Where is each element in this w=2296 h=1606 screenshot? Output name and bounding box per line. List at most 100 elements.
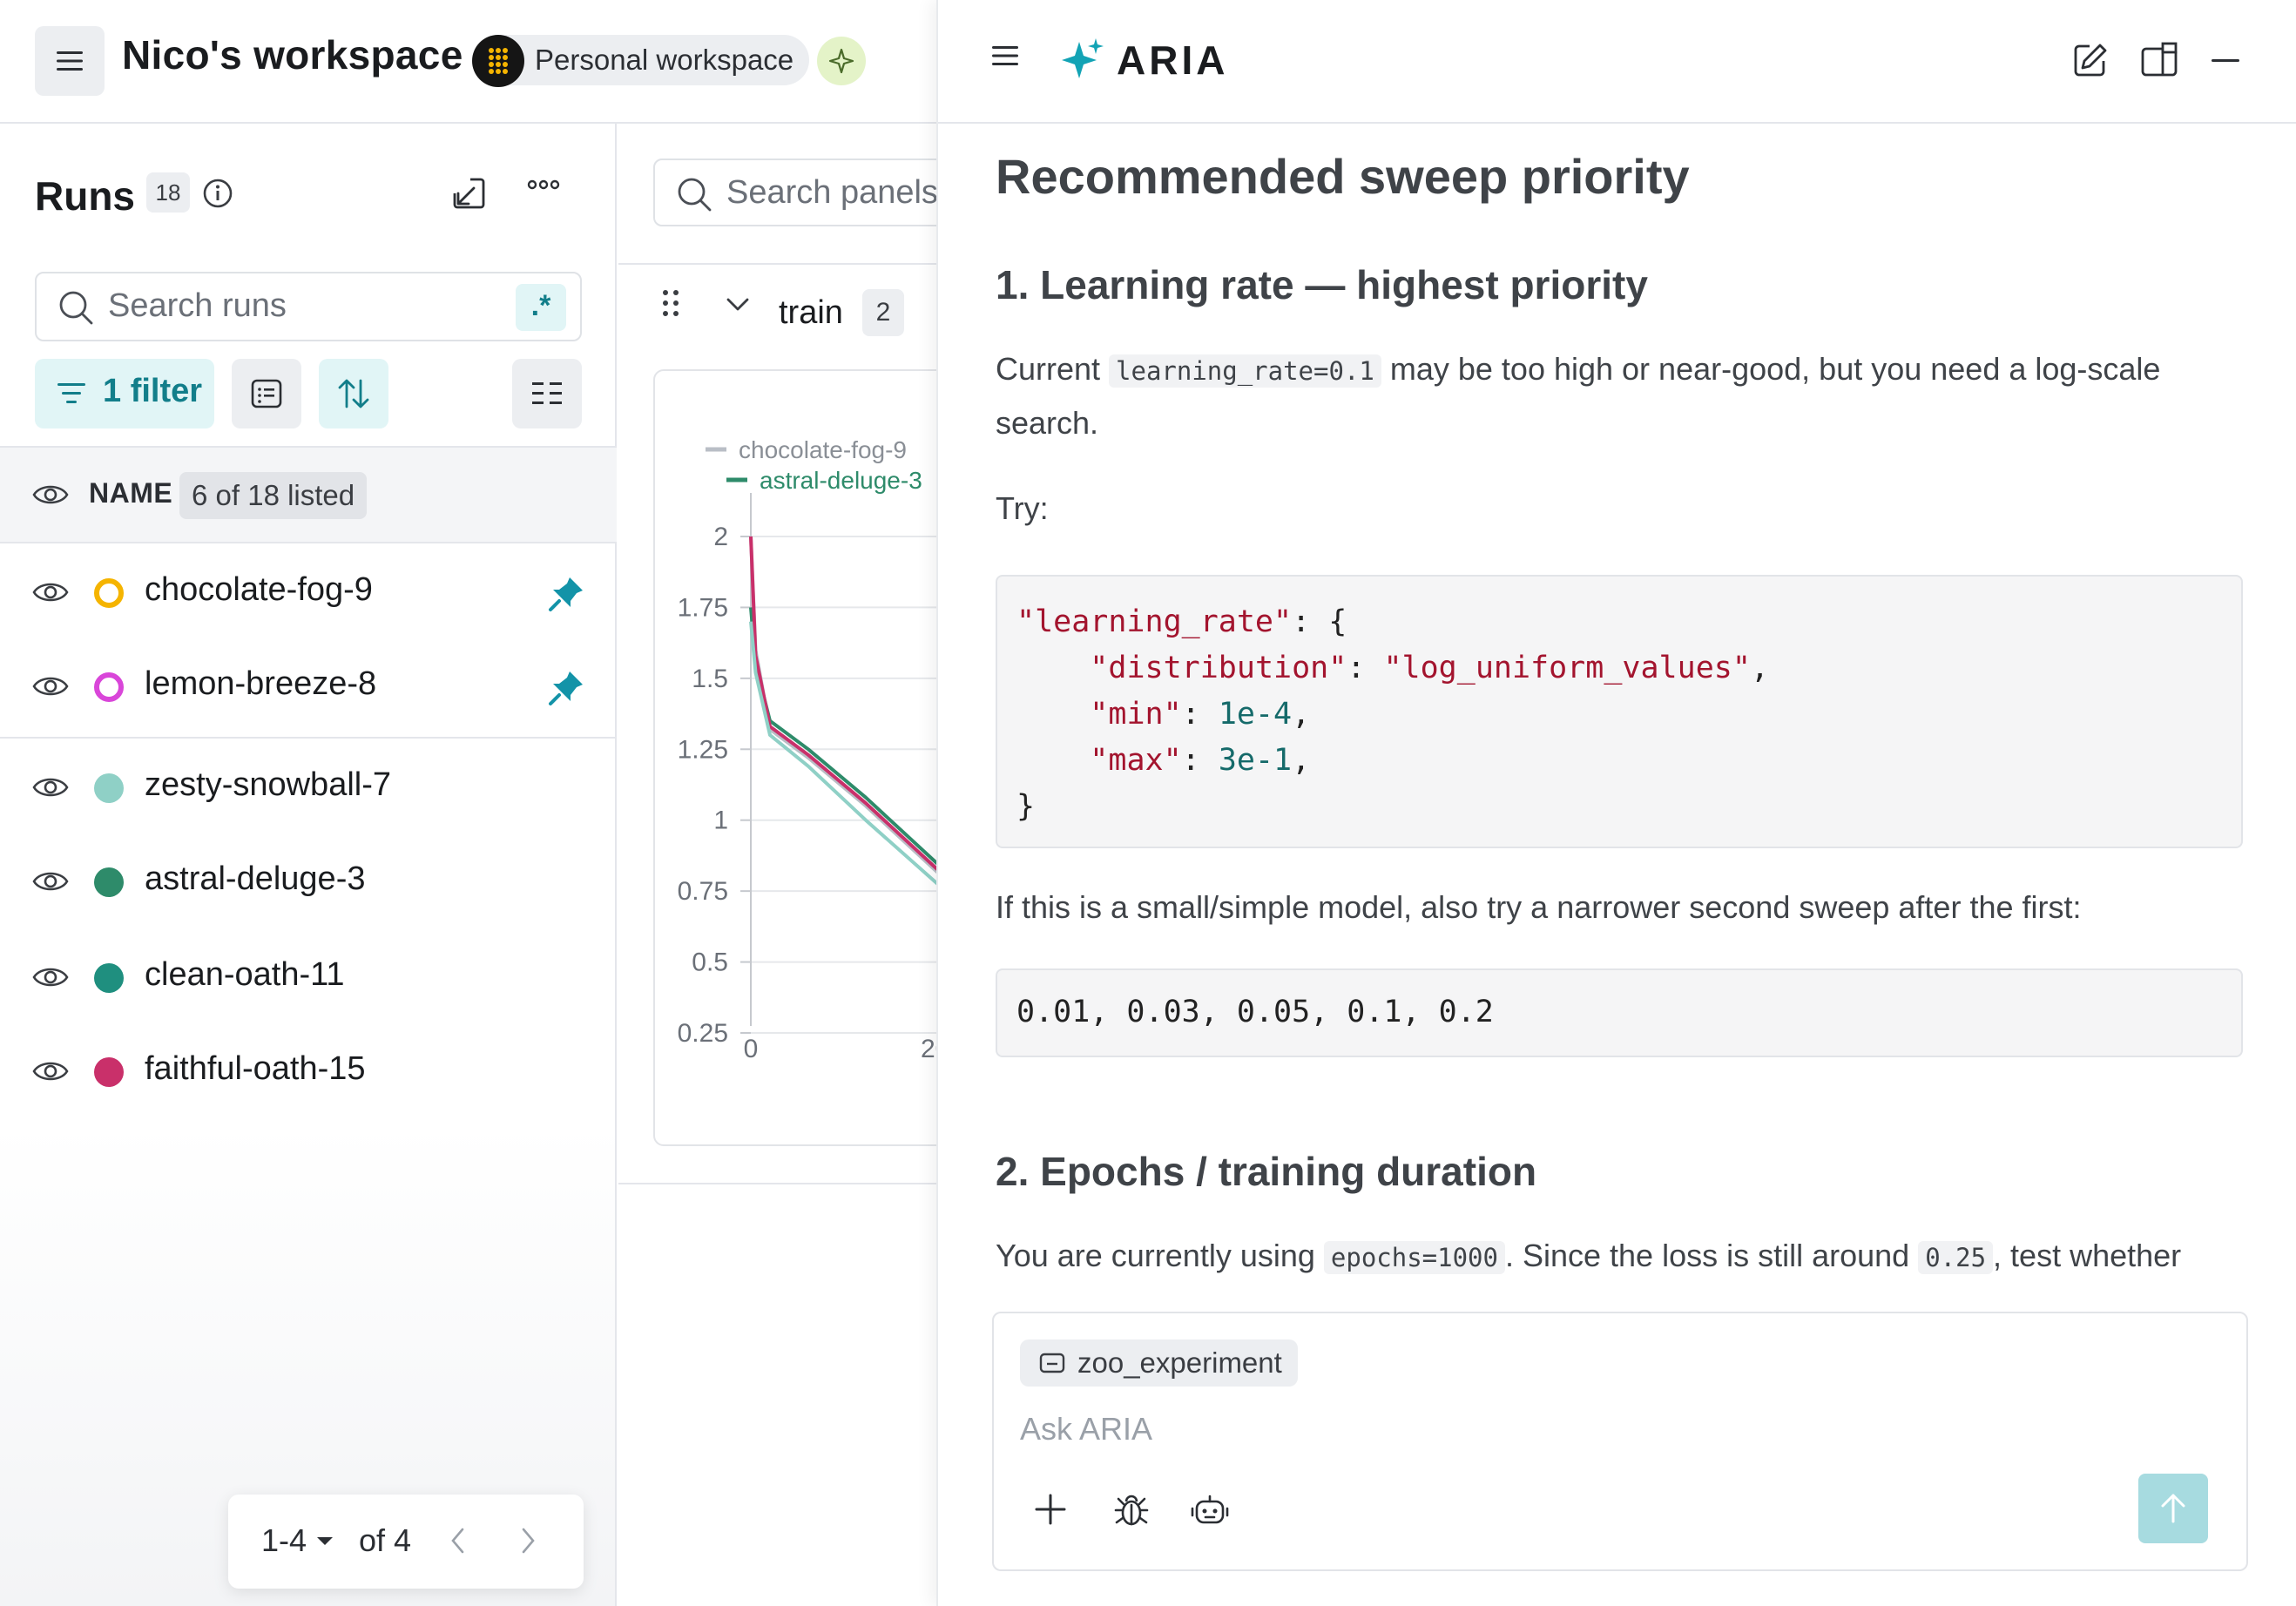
app-root: Nico's workspace Personal workspace Runs… xyxy=(0,0,2296,1606)
dock-panel-icon[interactable] xyxy=(2140,42,2178,78)
run-color-dot[interactable] xyxy=(94,578,124,608)
ask-input[interactable]: Ask ARIA xyxy=(1020,1411,1152,1447)
run-name[interactable]: clean-oath-11 xyxy=(145,956,345,994)
group-button[interactable] xyxy=(232,359,301,428)
search-panels-input[interactable]: Search panels xyxy=(653,159,936,226)
pin-icon[interactable] xyxy=(547,669,585,707)
minimize-icon[interactable] xyxy=(2210,42,2241,77)
aria-panel: ARIA Recommended sweep priority 1. Learn… xyxy=(936,0,2296,1606)
collapse-panel-icon[interactable] xyxy=(449,174,488,213)
plus-icon[interactable] xyxy=(1034,1493,1067,1526)
next-page-icon[interactable] xyxy=(519,1526,537,1555)
p1-text-a: Current xyxy=(996,351,1110,387)
send-button[interactable] xyxy=(2138,1474,2208,1543)
eye-icon[interactable] xyxy=(31,1057,70,1085)
eye-icon[interactable] xyxy=(31,867,70,895)
y-tick-label: 1.25 xyxy=(678,735,728,764)
code-block-values[interactable]: 0.01, 0.03, 0.05, 0.1, 0.2 xyxy=(996,968,2243,1057)
legend-label: chocolate-fog-9 xyxy=(739,436,907,463)
runs-panel: Runs 18 Search runs .* 1 filter NAME 6 o… xyxy=(0,124,617,1606)
workspace-menu-button[interactable] xyxy=(35,26,105,96)
sort-icon xyxy=(338,379,369,408)
prev-page-icon[interactable] xyxy=(449,1526,467,1555)
workspace-topbar: Nico's workspace Personal workspace xyxy=(0,0,936,124)
code-block-learning-rate[interactable]: "learning_rate": { "distribution": "log_… xyxy=(996,575,2243,848)
code-values: 0.01, 0.03, 0.05, 0.1, 0.2 xyxy=(1016,995,1494,1029)
pin-icon[interactable] xyxy=(547,575,585,613)
run-row[interactable]: astral-deluge-3 xyxy=(0,833,615,927)
filter-button[interactable]: 1 filter xyxy=(35,359,214,428)
search-runs-placeholder: Search runs xyxy=(108,287,287,324)
aria-logo-icon xyxy=(1060,37,1105,85)
panels-section-divider xyxy=(618,1183,936,1184)
search-icon xyxy=(57,289,94,326)
run-row[interactable]: faithful-oath-15 xyxy=(0,1022,615,1117)
x-tick-label: 200 xyxy=(921,1035,936,1063)
drag-handle-icon[interactable] xyxy=(660,287,681,319)
inline-code-epochs: epochs=1000 xyxy=(1323,1241,1505,1274)
y-tick-label: 1 xyxy=(713,806,728,835)
chevron-down-icon[interactable] xyxy=(725,294,751,314)
context-chip[interactable]: zoo_experiment xyxy=(1020,1339,1298,1387)
eye-icon[interactable] xyxy=(31,481,70,509)
sort-button[interactable] xyxy=(319,359,388,428)
try-label: Try: xyxy=(996,490,1049,526)
y-tick-label: 1.5 xyxy=(692,665,728,693)
run-name[interactable]: astral-deluge-3 xyxy=(145,860,365,898)
more-options-icon[interactable] xyxy=(526,176,561,193)
run-name[interactable]: zesty-snowball-7 xyxy=(145,766,391,804)
dots-logo-icon xyxy=(489,48,508,74)
p3-text-a: You are currently using xyxy=(996,1238,1324,1273)
section-title-train[interactable]: train xyxy=(779,294,843,332)
filter-icon xyxy=(56,380,87,408)
name-column-header[interactable]: NAME xyxy=(89,477,172,509)
y-tick-label: 0.25 xyxy=(678,1019,728,1048)
eye-icon[interactable] xyxy=(31,963,70,991)
search-icon xyxy=(676,176,712,213)
run-row[interactable]: zesty-snowball-7 xyxy=(0,739,615,833)
code-learning-rate-json: "learning_rate": { "distribution": "log_… xyxy=(1016,604,1769,824)
aria-header: ARIA xyxy=(938,0,2296,124)
hamburger-icon[interactable] xyxy=(990,44,1020,68)
page-range-select[interactable]: 1-4 xyxy=(261,1522,307,1559)
run-name[interactable]: lemon-breeze-8 xyxy=(145,665,376,703)
eye-icon[interactable] xyxy=(31,773,70,801)
run-row[interactable]: lemon-breeze-8 xyxy=(0,638,615,732)
paragraph-epochs: You are currently using epochs=1000. Sin… xyxy=(996,1230,2241,1284)
panels-area: Search panels train 2 2 1.75 1.5 1.25 1 0.75 0… xyxy=(618,124,936,1606)
robot-icon[interactable] xyxy=(1191,1491,1229,1529)
run-color-dot[interactable] xyxy=(94,672,124,702)
run-color-dot[interactable] xyxy=(94,867,124,897)
line-chart-panel[interactable]: 2 1.75 1.5 1.25 1 0.75 0.5 0.25 0 200 chocolate-fo… xyxy=(653,369,936,1146)
assistant-button[interactable] xyxy=(817,37,866,85)
runs-title: Runs xyxy=(35,173,135,219)
pagination: 1-4 of 4 xyxy=(228,1495,584,1589)
workspace-avatar xyxy=(472,35,524,87)
paragraph-learning-rate: Current learning_rate=0.1 may be too hig… xyxy=(996,343,2241,449)
regex-toggle[interactable]: .* xyxy=(516,284,566,331)
info-icon[interactable] xyxy=(202,178,233,209)
hamburger-icon xyxy=(57,51,83,71)
new-chat-icon[interactable] xyxy=(2072,42,2109,78)
aria-title: ARIA xyxy=(1117,37,1229,83)
run-color-dot[interactable] xyxy=(94,773,124,803)
run-color-dot[interactable] xyxy=(94,1057,124,1087)
section2-heading: 2. Epochs / training duration xyxy=(996,1149,1537,1194)
folder-icon xyxy=(1039,1352,1065,1374)
run-color-dot[interactable] xyxy=(94,963,124,993)
legend-label: astral-deluge-3 xyxy=(760,467,922,494)
run-row[interactable]: chocolate-fog-9 xyxy=(0,543,615,638)
eye-icon[interactable] xyxy=(31,578,70,606)
caret-down-icon[interactable] xyxy=(315,1535,334,1547)
run-row[interactable]: clean-oath-11 xyxy=(0,928,615,1022)
pinned-divider xyxy=(0,737,617,739)
line-chart: 2 1.75 1.5 1.25 1 0.75 0.5 0.25 0 200 chocolate-fo… xyxy=(678,436,936,1063)
eye-icon[interactable] xyxy=(31,672,70,700)
search-panels-placeholder: Search panels xyxy=(726,174,936,211)
run-name[interactable]: faithful-oath-15 xyxy=(145,1050,366,1088)
columns-button[interactable] xyxy=(512,359,582,428)
search-runs-input[interactable]: Search runs .* xyxy=(35,272,582,341)
bug-icon[interactable] xyxy=(1112,1491,1151,1529)
run-name[interactable]: chocolate-fog-9 xyxy=(145,571,373,609)
table-icon xyxy=(251,379,282,408)
